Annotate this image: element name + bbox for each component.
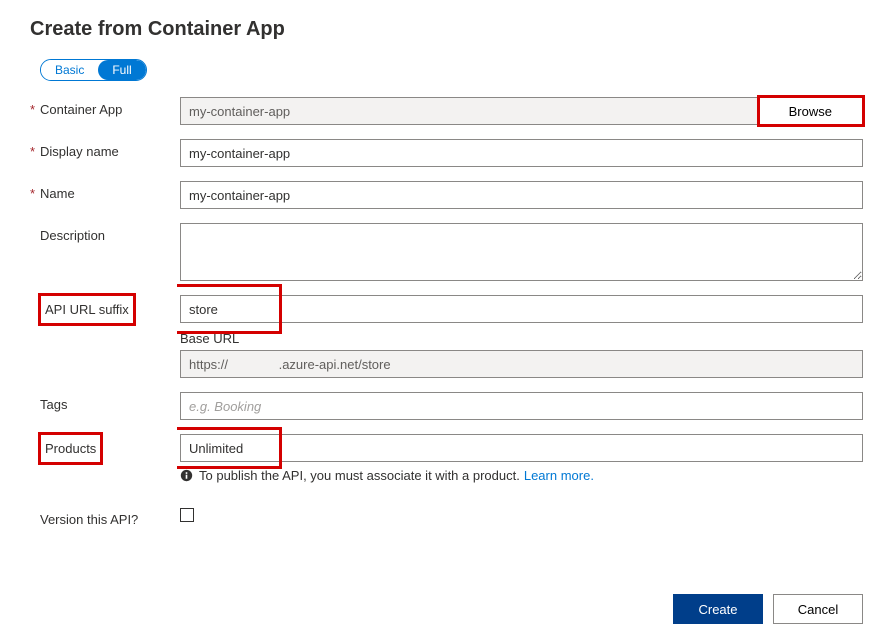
- view-toggle: Basic Full: [40, 59, 147, 81]
- version-checkbox[interactable]: [180, 508, 194, 522]
- create-button[interactable]: Create: [673, 594, 763, 624]
- description-field[interactable]: [180, 223, 863, 281]
- learn-more-link[interactable]: Learn more.: [524, 468, 594, 483]
- name-label: Name: [40, 181, 180, 201]
- base-url-field: [180, 350, 863, 378]
- description-label: Description: [40, 223, 180, 243]
- browse-button[interactable]: Browse: [759, 97, 863, 125]
- products-hint: To publish the API, you must associate i…: [180, 468, 863, 483]
- api-url-suffix-label: API URL suffix: [45, 302, 129, 317]
- tags-label: Tags: [40, 392, 180, 412]
- name-field[interactable]: [180, 181, 863, 209]
- api-url-suffix-field[interactable]: [180, 295, 863, 323]
- cancel-button[interactable]: Cancel: [773, 594, 863, 624]
- products-label: Products: [45, 441, 96, 456]
- container-app-label: Container App: [40, 97, 180, 117]
- container-app-field: [180, 97, 759, 125]
- display-name-field[interactable]: [180, 139, 863, 167]
- products-field[interactable]: [180, 434, 863, 462]
- page-title: Create from Container App: [30, 18, 863, 41]
- info-icon: [180, 469, 193, 482]
- display-name-label: Display name: [40, 139, 180, 159]
- version-label: Version this API?: [40, 507, 180, 527]
- toggle-full[interactable]: Full: [98, 60, 145, 80]
- base-url-label: Base URL: [180, 331, 863, 346]
- toggle-basic[interactable]: Basic: [41, 60, 98, 80]
- tags-field[interactable]: [180, 392, 863, 420]
